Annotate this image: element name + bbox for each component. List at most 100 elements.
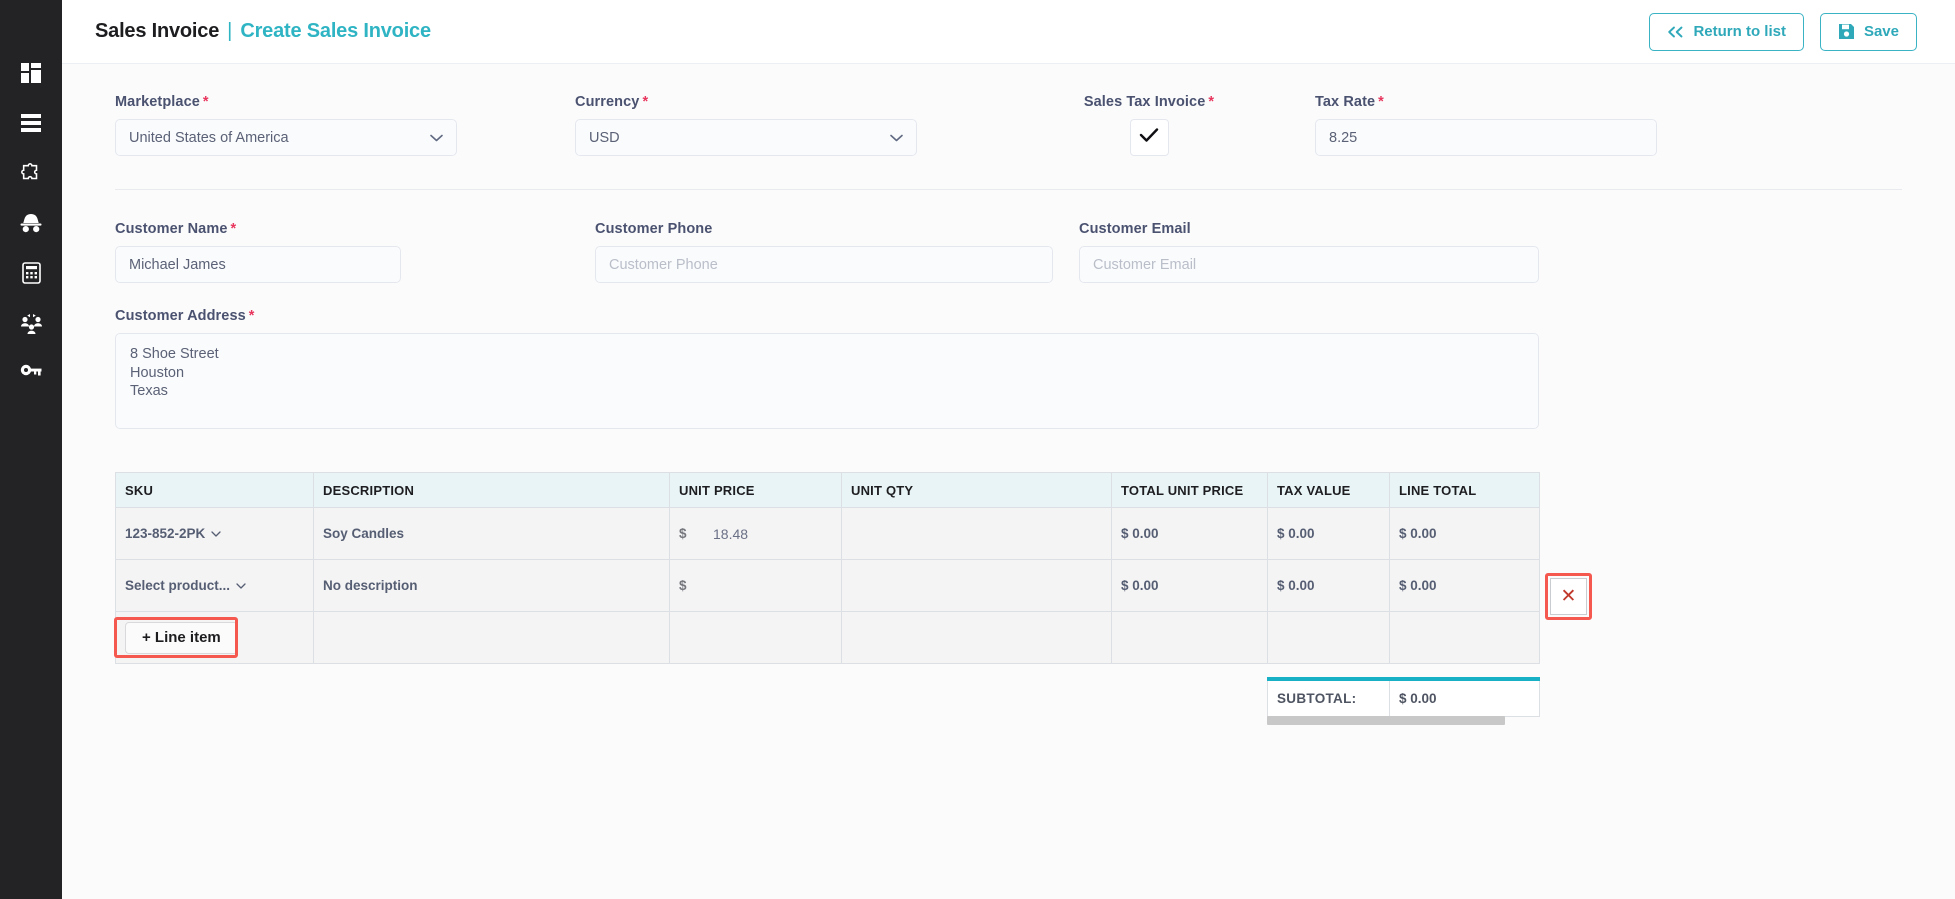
unit-price-value: 18.48 [713,525,749,542]
table-header-row: SKU DESCRIPTION UNIT PRICE UNIT QTY TOTA… [115,472,1540,508]
chevron-down-icon [890,130,903,146]
dashboard-grid-icon [21,63,41,83]
unit-price-input[interactable]: $ 18.48 [679,526,832,542]
customer-phone-field: Customer Phone Customer Phone [595,221,1053,283]
cell-add-line: + Line item [114,611,314,664]
sales-tax-invoice-label: Sales Tax Invoice * [1083,94,1215,110]
key-icon [20,363,42,383]
breadcrumb-separator: | [227,20,233,42]
close-icon: ✕ [1560,586,1577,607]
page-header: Sales Invoice | Create Sales Invoice Ret… [62,0,1955,64]
incognito-spy-icon [19,213,43,233]
horizontal-scrollbar[interactable] [1267,716,1505,725]
sku-select[interactable]: Select product... [125,578,304,593]
tax-rate-field: Tax Rate * 8.25 [1315,94,1657,156]
line-items-section: SKU DESCRIPTION UNIT PRICE UNIT QTY TOTA… [114,472,1902,725]
table-row: Select product... No description $ $ 0.0… [115,559,1540,612]
column-header-unit-price: UNIT PRICE [669,472,842,508]
sku-value: 123-852-2PK [125,526,206,541]
sidebar-item-accounting[interactable] [0,248,62,298]
customer-address-label: Customer Address * [115,308,255,324]
cell-sku: Select product... [115,559,314,612]
column-header-line-total: LINE TOTAL [1389,472,1540,508]
cell-line-total: $ 0.00 [1389,507,1540,560]
unit-price-input[interactable]: $ [679,578,832,593]
return-to-list-label: Return to list [1693,23,1786,40]
customer-name-field: Customer Name * Michael James [115,221,401,283]
cell-description: Soy Candles [313,507,670,560]
cell-total-unit-price: $ 0.00 [1111,507,1268,560]
required-marker: * [642,94,649,110]
delete-line-item-button[interactable]: ✕ [1550,578,1587,615]
cell-empty [1389,611,1540,664]
cell-total-unit-price: $ 0.00 [1111,559,1268,612]
subtotal-value: $ 0.00 [1389,678,1540,717]
currency-field: Currency * USD [575,94,917,156]
cell-sku: 123-852-2PK [115,507,314,560]
sales-tax-invoice-checkbox[interactable] [1129,119,1169,156]
currency-symbol: $ [679,526,687,541]
sidebar-item-listings[interactable] [0,98,62,148]
breadcrumb: Sales Invoice | Create Sales Invoice [95,20,431,43]
currency-symbol: $ [679,578,687,593]
tax-rate-input[interactable]: 8.25 [1315,119,1657,156]
marketplace-field: Marketplace * United States of America [115,94,457,156]
save-label: Save [1863,23,1899,40]
tax-rate-label: Tax Rate * [1315,94,1384,110]
sku-select[interactable]: 123-852-2PK [125,526,304,541]
customer-phone-input[interactable]: Customer Phone [595,246,1053,283]
main-area: Sales Invoice | Create Sales Invoice Ret… [62,0,1955,899]
cell-empty [841,611,1112,664]
sidebar-item-customers[interactable] [0,298,62,348]
cell-unit-qty[interactable] [841,507,1112,560]
required-marker: * [230,221,237,237]
save-button[interactable]: Save [1819,12,1917,51]
app-root: Sales Invoice | Create Sales Invoice Ret… [0,0,1955,899]
required-marker: * [202,94,209,110]
customer-email-label: Customer Email [1079,221,1191,237]
column-header-tax-value: TAX VALUE [1267,472,1390,508]
users-sync-icon [20,313,43,334]
marketplace-value: United States of America [129,129,289,146]
customer-name-value: Michael James [129,256,226,273]
column-header-description: DESCRIPTION [313,472,670,508]
cell-unit-qty[interactable] [841,559,1112,612]
chevron-down-icon [211,528,221,540]
cell-unit-price[interactable]: $ 18.48 [669,507,842,560]
marketplace-select[interactable]: United States of America [115,119,457,156]
calculator-icon [21,262,41,284]
currency-label: Currency * [575,94,649,110]
list-lines-icon [21,114,41,132]
form-body: Marketplace * United States of America Cu… [62,64,1955,899]
customer-email-input[interactable]: Customer Email [1079,246,1539,283]
add-line-item-button[interactable]: + Line item [125,621,238,654]
sku-value: Select product... [125,578,231,593]
chevron-down-icon [236,580,246,592]
line-items-table: SKU DESCRIPTION UNIT PRICE UNIT QTY TOTA… [114,472,1540,664]
currency-value: USD [589,129,620,146]
cell-empty [1267,611,1390,664]
customer-email-field: Customer Email Customer Email [1079,221,1539,283]
customer-phone-label: Customer Phone [595,221,713,237]
save-disk-icon [1838,23,1855,40]
sidebar-item-access[interactable] [0,348,62,398]
check-icon [1139,127,1159,148]
add-line-row: + Line item [114,611,1540,664]
return-to-list-button[interactable]: Return to list [1649,12,1804,51]
sidebar-item-spy[interactable] [0,198,62,248]
customer-address-textarea[interactable]: 8 Shoe Street Houston Texas [115,333,1539,429]
sidebar-item-integrations[interactable] [0,148,62,198]
currency-select[interactable]: USD [575,119,917,156]
breadcrumb-current: Create Sales Invoice [240,20,431,42]
customer-name-input[interactable]: Michael James [115,246,401,283]
subtotal-row: SUBTOTAL: $ 0.00 [1267,678,1540,717]
subtotal-label: SUBTOTAL: [1267,678,1390,717]
sidebar-item-dashboard[interactable] [0,48,62,98]
cell-unit-price[interactable]: $ [669,559,842,612]
cell-empty [313,611,670,664]
customer-name-label: Customer Name * [115,221,237,237]
marketplace-label: Marketplace * [115,94,209,110]
double-chevron-left-icon [1667,26,1684,38]
section-divider [115,189,1902,190]
sidebar [0,0,62,899]
